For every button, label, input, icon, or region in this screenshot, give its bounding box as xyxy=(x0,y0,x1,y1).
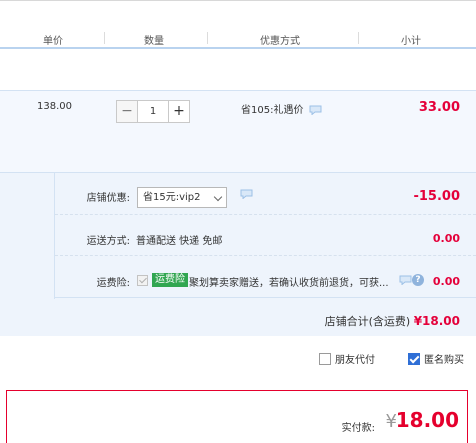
header-divider xyxy=(358,32,359,44)
shipping-amount: 0.00 xyxy=(432,232,460,245)
anonymous-purchase-checkbox[interactable] xyxy=(408,353,420,365)
help-icon[interactable]: ? xyxy=(412,274,424,286)
shop-total-label: 店铺合计(含运费) xyxy=(324,315,411,328)
quantity-input[interactable]: 1 xyxy=(138,100,168,123)
chat-bubble-icon[interactable] xyxy=(399,275,412,285)
anonymous-purchase-label: 匿名购买 xyxy=(424,355,464,366)
chat-bubble-icon[interactable] xyxy=(309,105,322,115)
chevron-down-icon xyxy=(213,192,223,202)
item-unit-price: 138.00 xyxy=(37,101,72,112)
payment-label: 实付款: xyxy=(341,423,375,434)
payment-amount: 18.00 xyxy=(395,408,459,432)
insurance-checkbox[interactable] xyxy=(137,275,148,286)
cart-item-row: 138.00 − 1 + 省105:礼遇价 33.00 xyxy=(0,90,476,172)
header-underline xyxy=(0,47,476,49)
order-table-header: 单价 数量 优惠方式 小计 xyxy=(0,0,476,51)
insurance-badge: 运费险 xyxy=(152,273,188,287)
shop-summary-section: 店铺优惠: 省15元:vip2 -15.00 运送方式: 普通配送 快递 免邮 … xyxy=(0,172,476,336)
order-options: 朋友代付 匿名购买 xyxy=(0,340,476,374)
friend-pay-checkbox[interactable] xyxy=(319,353,331,365)
chat-bubble-icon[interactable] xyxy=(240,189,253,199)
header-divider xyxy=(207,32,208,44)
shop-total-amount: ¥18.00 xyxy=(413,314,460,328)
insurance-description: 聚划算卖家赠送，若确认收货前退货，可获... xyxy=(189,278,389,289)
shop-total: 店铺合计(含运费) ¥18.00 xyxy=(325,313,460,329)
quantity-stepper: − 1 + xyxy=(116,100,190,123)
insurance-label: 运费险: xyxy=(96,278,130,289)
col-quantity: 数量 xyxy=(144,36,164,47)
shop-discount-label: 店铺优惠: xyxy=(86,193,130,204)
col-promotion: 优惠方式 xyxy=(260,36,300,47)
shop-left-column xyxy=(0,173,55,299)
quantity-decrease-button[interactable]: − xyxy=(116,100,138,123)
item-promotion: 省105:礼遇价 xyxy=(241,105,304,116)
header-divider xyxy=(104,32,105,44)
shipping-label: 运送方式: xyxy=(86,236,130,247)
insurance-amount: 0.00 xyxy=(432,275,460,288)
anonymous-purchase-option[interactable]: 匿名购买 xyxy=(408,351,464,366)
item-subtotal: 33.00 xyxy=(418,100,460,115)
shipping-method: 普通配送 快递 免邮 xyxy=(136,236,223,247)
shop-discount-select[interactable]: 省15元:vip2 xyxy=(137,187,227,208)
col-subtotal: 小计 xyxy=(401,36,421,47)
quantity-increase-button[interactable]: + xyxy=(168,100,190,123)
friend-pay-option[interactable]: 朋友代付 xyxy=(319,351,375,366)
shop-discount-value: 省15元:vip2 xyxy=(143,192,201,203)
payment-summary-box: 实付款: ¥ 18.00 xyxy=(6,390,468,443)
shop-discount-amount: -15.00 xyxy=(413,189,460,204)
friend-pay-label: 朋友代付 xyxy=(335,355,375,366)
col-unit-price: 单价 xyxy=(43,36,63,47)
